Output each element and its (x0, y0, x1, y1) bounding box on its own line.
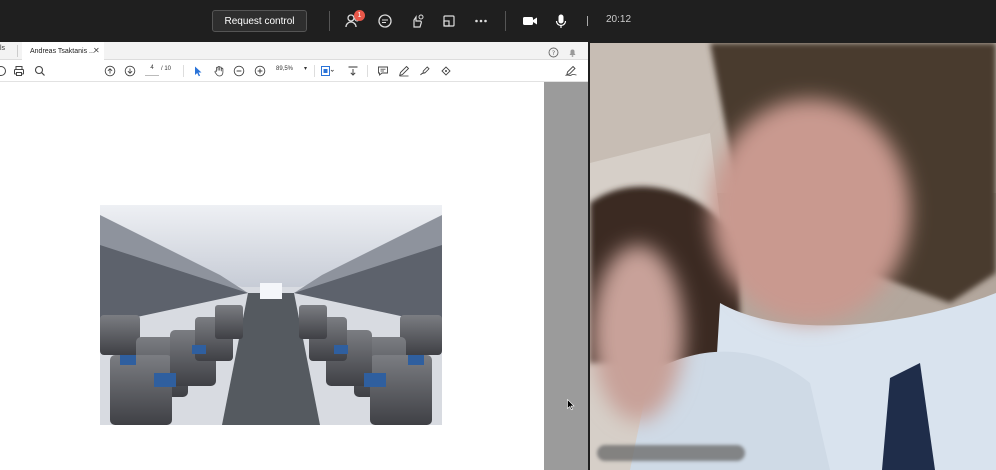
toolbar-divider (314, 65, 315, 77)
scroll-mode-icon[interactable] (346, 64, 360, 78)
page-layout-icon[interactable] (320, 64, 334, 78)
tab-active-document[interactable]: Andreas Tsaktanis ... (22, 42, 104, 60)
viewer-margin (544, 82, 588, 470)
chevron-down-icon[interactable]: ▾ (304, 65, 307, 72)
tab-divider (17, 45, 18, 57)
page-total: / 10 (161, 66, 172, 72)
draw-icon[interactable] (418, 64, 432, 78)
shared-pdf-viewer: ls Andreas Tsaktanis ... ✕ ? 4 / 10 89,5… (0, 42, 588, 470)
tab-active-label: Andreas Tsaktanis ... (30, 47, 95, 55)
close-tab-icon[interactable]: ✕ (93, 46, 100, 55)
pdf-toolbar: 4 / 10 89,5% ▾ (0, 60, 588, 82)
reactions-icon[interactable] (407, 11, 427, 31)
fill-sign-icon[interactable] (439, 64, 453, 78)
toolbar-divider (329, 11, 330, 31)
next-page-icon[interactable] (123, 64, 137, 78)
document-page[interactable] (0, 82, 544, 470)
toolbar-divider (587, 16, 588, 26)
participant-video (590, 43, 996, 470)
meeting-timer: 20:12 (606, 14, 632, 25)
svg-text:?: ? (552, 49, 555, 57)
zoom-out-icon[interactable] (232, 64, 246, 78)
more-icon[interactable] (471, 11, 491, 31)
toolbar-divider (183, 65, 184, 77)
edit-signature-icon[interactable] (564, 64, 578, 78)
mic-icon[interactable] (551, 11, 571, 31)
page-number-input[interactable]: 4 (145, 65, 159, 76)
comment-icon[interactable] (376, 64, 390, 78)
camera-icon[interactable] (520, 11, 540, 31)
participant-name-label (597, 445, 745, 461)
tab-previous[interactable]: ls (0, 45, 5, 52)
highlight-pen-icon[interactable] (397, 64, 411, 78)
aircraft-cabin-image (100, 205, 442, 425)
chat-icon[interactable] (375, 11, 395, 31)
participants-badge: 1 (354, 10, 365, 21)
tab-bar: ls Andreas Tsaktanis ... ✕ ? (0, 42, 588, 60)
toolbar-divider (505, 11, 506, 31)
zoom-level-dropdown[interactable]: 89,5% (276, 66, 293, 72)
zoom-in-icon[interactable] (253, 64, 267, 78)
print-icon[interactable] (12, 64, 26, 78)
select-cursor-icon[interactable] (191, 64, 205, 78)
toolbar-divider (367, 65, 368, 77)
share-screen-icon[interactable] (439, 11, 459, 31)
request-control-button[interactable]: Request control (212, 10, 307, 32)
previous-page-icon[interactable] (103, 64, 117, 78)
save-icon[interactable] (0, 64, 8, 78)
mouse-cursor-icon (567, 398, 575, 416)
hand-tool-icon[interactable] (212, 64, 226, 78)
meeting-toolbar: Request control 1 20:12 (0, 0, 996, 42)
search-icon[interactable] (33, 64, 47, 78)
